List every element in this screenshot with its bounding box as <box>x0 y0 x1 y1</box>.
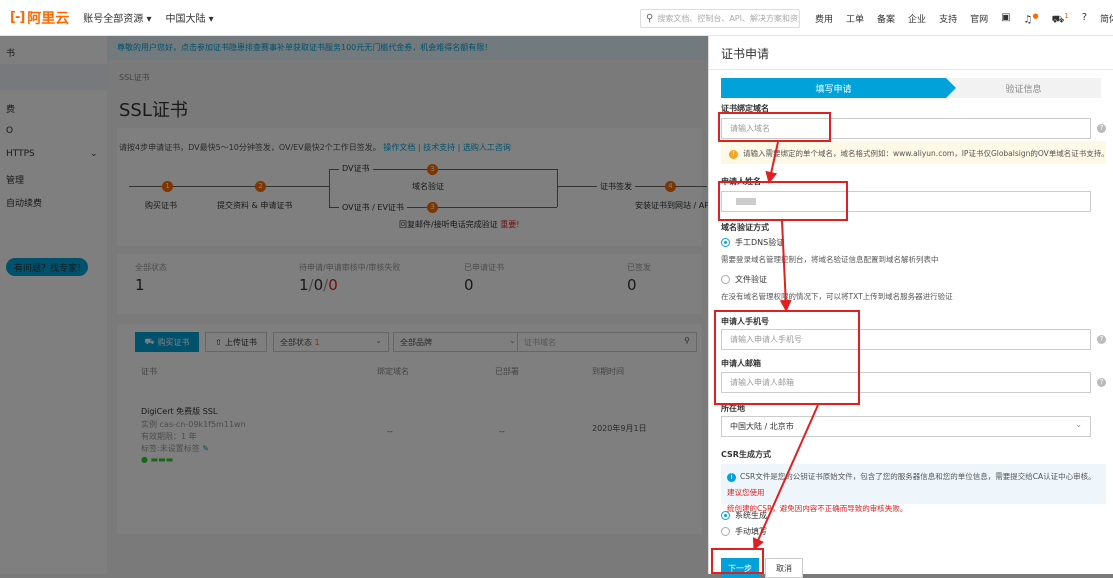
csr-system-radio[interactable]: 系统生成 <box>721 510 767 521</box>
warning-icon: ! <box>729 150 738 159</box>
cancel-button[interactable]: 取消 <box>765 558 803 578</box>
help-icon[interactable]: ? <box>1082 12 1087 27</box>
annotation-box-contact <box>714 310 860 405</box>
aliyun-logo[interactable]: [-] 阿里云 <box>10 8 69 28</box>
top-link-official-site[interactable]: 官网 <box>970 12 988 27</box>
search-placeholder: 搜索文档、控制台、API、解决方案和资源 <box>657 14 800 23</box>
verify-dns-desc: 需要登录域名管理控制台，将域名验证信息配置到域名解析列表中 <box>721 255 939 264</box>
csr-manual-label: 手动填写 <box>735 527 767 536</box>
chevron-down-icon: ⌄ <box>1075 420 1082 429</box>
help-icon[interactable]: ? <box>1097 378 1106 387</box>
domain-tip: ! 请输入需要绑定的单个域名，域名格式例如：www.aliyun.com，IP证书… <box>721 141 1106 164</box>
top-link-fees[interactable]: 费用 <box>815 12 833 27</box>
domain-tip-text: 请输入需要绑定的单个域名，域名格式例如：www.aliyun.com，IP证书仅… <box>743 149 1106 158</box>
info-icon: i <box>727 473 736 482</box>
logo-text: 阿里云 <box>27 10 70 27</box>
search-icon: ⚲ <box>646 13 654 24</box>
panel-divider <box>709 69 1113 70</box>
csr-manual-radio[interactable]: 手动填写 <box>721 526 767 537</box>
panel-title: 证书申请 <box>721 47 770 61</box>
top-link-tickets[interactable]: 工单 <box>846 12 864 27</box>
verify-file-desc: 在没有域名管理权限的情况下，可以将TXT上传到域名服务器进行验证 <box>721 292 953 301</box>
top-navigation-bar: [-] 阿里云 账号全部资源 ▾ 中国大陆 ▾ ⚲ 搜索文档、控制台、API、解… <box>0 0 1113 36</box>
modal-overlay[interactable] <box>0 36 708 574</box>
annotation-box-next <box>711 548 764 574</box>
csr-label: CSR生成方式 <box>721 450 771 459</box>
csr-system-label: 系统生成 <box>735 511 767 520</box>
logo-mark: [-] <box>10 10 25 25</box>
top-link-icp[interactable]: 备案 <box>877 12 895 27</box>
verify-dns-radio[interactable]: 手工DNS验证 <box>721 237 784 248</box>
verify-method-label: 域名验证方式 <box>721 223 769 232</box>
location-value: 中国大陆 / 北京市 <box>730 422 794 431</box>
radio-checked-icon <box>721 511 730 520</box>
radio-unchecked-icon <box>721 527 730 536</box>
annotation-box-name <box>718 181 848 221</box>
top-link-enterprise[interactable]: 企业 <box>908 12 926 27</box>
language-switch[interactable]: 简体 <box>1100 12 1113 27</box>
verify-dns-label: 手工DNS验证 <box>735 238 785 247</box>
help-icon[interactable]: ? <box>1097 124 1106 133</box>
bell-icon[interactable]: ♫● <box>1024 12 1039 27</box>
csr-info: i CSR文件是您的公钥证书原始文件，包含了您的服务器信息和您的单位信息，需要提交… <box>721 464 1106 513</box>
verify-file-label: 文件验证 <box>735 275 767 284</box>
top-links: 费用 工单 备案 企业 支持 官网 ▣ ♫● ⛟1 ? 简体 <box>815 12 1113 27</box>
step-verify-info: 验证信息 <box>1005 84 1042 95</box>
region-menu[interactable]: 中国大陆 ▾ <box>165 10 213 25</box>
account-resources-menu[interactable]: 账号全部资源 ▾ <box>83 10 151 25</box>
verify-file-radio[interactable]: 文件验证 <box>721 274 767 285</box>
radio-checked-icon <box>721 238 730 247</box>
cart-icon[interactable]: ⛟1 <box>1052 12 1069 27</box>
step-indicator: 填写申请 验证信息 <box>721 78 1101 98</box>
location-select[interactable]: 中国大陆 / 北京市 ⌄ <box>721 416 1091 437</box>
annotation-box-domain <box>718 112 831 142</box>
step-fill-application: 填写申请 <box>721 78 956 98</box>
csr-info-warning-1: 建议您使用 <box>727 488 765 497</box>
csr-info-text: CSR文件是您的公钥证书原始文件，包含了您的服务器信息和您的单位信息，需要提交给… <box>740 472 1096 481</box>
terminal-icon[interactable]: ▣ <box>1001 12 1010 27</box>
global-search-input[interactable]: ⚲ 搜索文档、控制台、API、解决方案和资源 <box>640 9 800 28</box>
radio-unchecked-icon <box>721 275 730 284</box>
top-link-support[interactable]: 支持 <box>939 12 957 27</box>
help-icon[interactable]: ? <box>1097 335 1106 344</box>
